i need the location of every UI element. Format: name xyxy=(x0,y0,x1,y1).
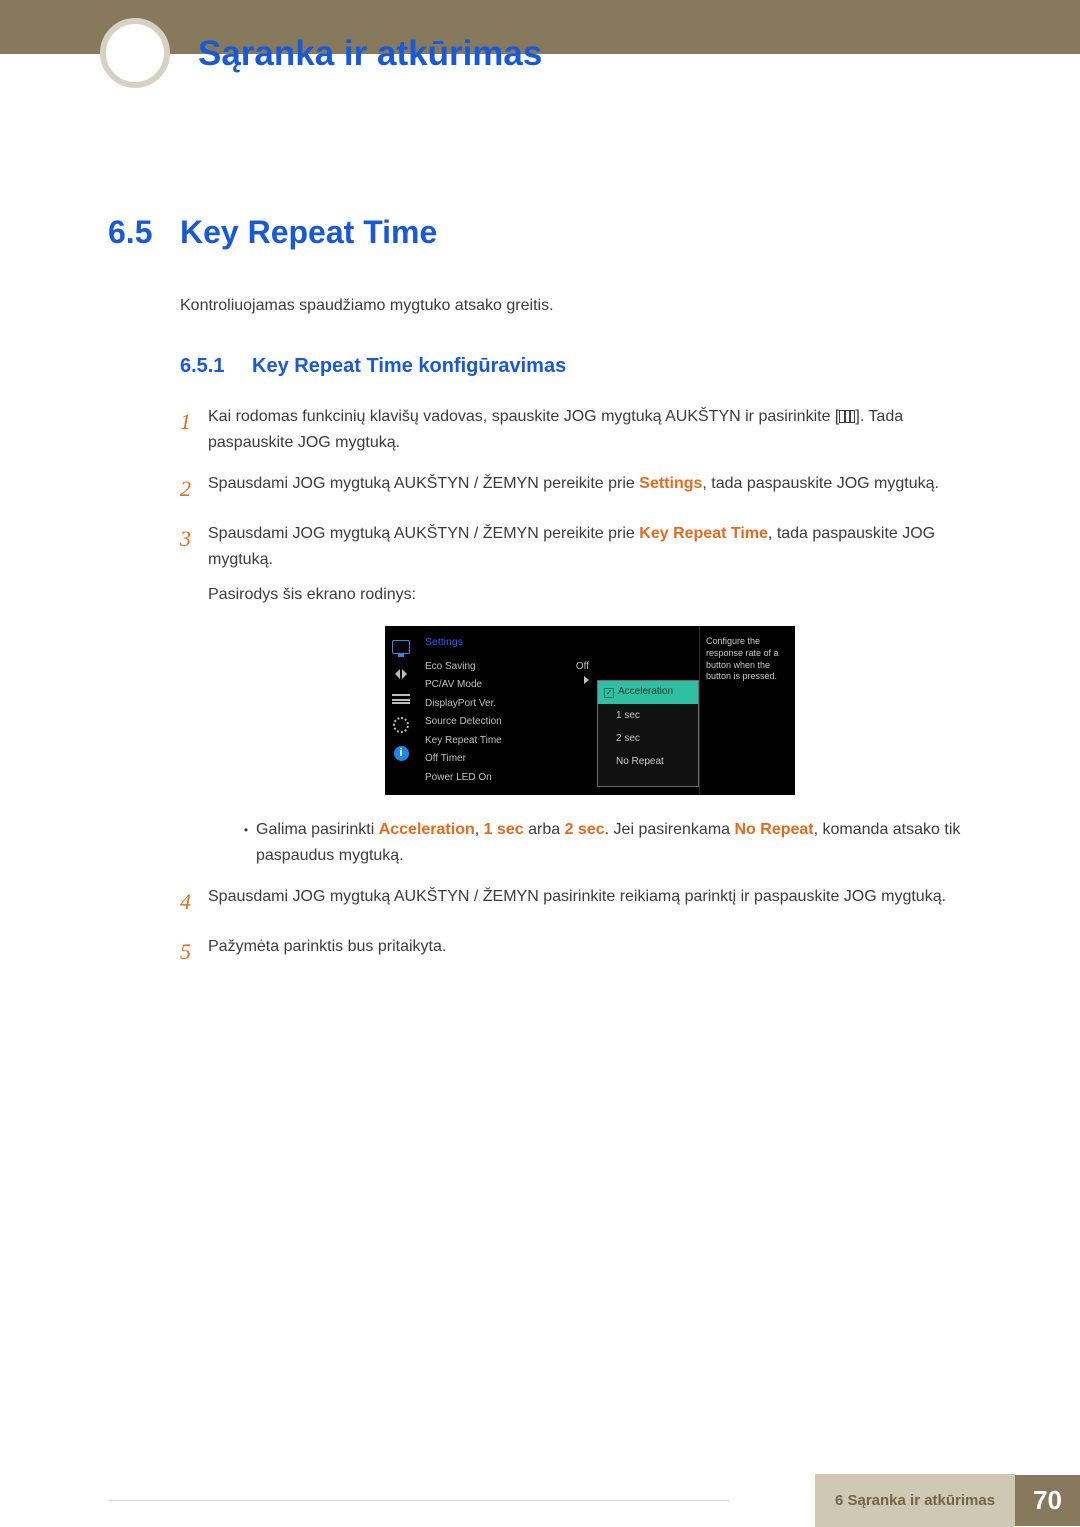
osd-screenshot: i Settings Eco SavingOff PC/AV Mode Disp… xyxy=(385,626,795,795)
subsection-title: Key Repeat Time konfigūravimas xyxy=(252,355,566,378)
step-body: Kai rodomas funkcinių klavišų vadovas, s… xyxy=(208,404,972,457)
step-number: 4 xyxy=(180,884,208,920)
step-number: 3 xyxy=(180,521,208,870)
step-text: Spausdami JOG mygtuką AUKŠTYN / ŽEMYN pe… xyxy=(208,525,639,542)
footer-page-number: 70 xyxy=(1015,1475,1080,1526)
arrows-icon xyxy=(392,667,410,681)
chevron-right-icon xyxy=(584,676,589,684)
bullet-item: • Galima pasirinkti Acceleration, 1 sec … xyxy=(236,817,972,870)
osd-help-text: Configure the response rate of a button … xyxy=(699,626,793,795)
info-icon: i xyxy=(394,746,409,761)
osd-popup-selected: ✓Acceleration xyxy=(598,681,698,704)
highlight: Key Repeat Time xyxy=(639,525,768,542)
osd-row: Source Detection xyxy=(425,713,597,732)
osd-popup: ✓Acceleration 1 sec 2 sec No Repeat xyxy=(597,680,699,787)
section-intro: Kontroliuojamas spaudžiamo mygtuko atsak… xyxy=(180,297,972,315)
step-body: Spausdami JOG mygtuką AUKŠTYN / ŽEMYN pe… xyxy=(208,521,972,870)
osd-nav-icons: i xyxy=(385,626,417,795)
step-body: Spausdami JOG mygtuką AUKŠTYN / ŽEMYN pa… xyxy=(208,884,972,920)
step-note: Pasirodys šis ekrano rodinys: xyxy=(208,582,972,608)
step-1: 1 Kai rodomas funkcinių klavišų vadovas,… xyxy=(180,404,972,457)
step-text: Kai rodomas funkcinių klavišų vadovas, s… xyxy=(208,408,839,425)
step-text: Spausdami JOG mygtuką AUKŠTYN / ŽEMYN pe… xyxy=(208,475,639,492)
check-icon: ✓ xyxy=(604,688,614,698)
chapter-title: Sąranka ir atkūrimas xyxy=(198,34,542,74)
osd-row: Eco SavingOff xyxy=(425,658,597,677)
footer-chapter-label: 6 Sąranka ir atkūrimas xyxy=(815,1474,1015,1527)
step-3: 3 Spausdami JOG mygtuką AUKŠTYN / ŽEMYN … xyxy=(180,521,972,870)
osd-row: Key Repeat Time xyxy=(425,732,597,751)
bullet-text: Galima pasirinkti Acceleration, 1 sec ar… xyxy=(256,817,972,870)
osd-popup-option: 1 sec xyxy=(598,704,698,727)
step-4: 4 Spausdami JOG mygtuką AUKŠTYN / ŽEMYN … xyxy=(180,884,972,920)
step-number: 5 xyxy=(180,934,208,970)
step-body: Spausdami JOG mygtuką AUKŠTYN / ŽEMYN pe… xyxy=(208,471,972,507)
gear-icon xyxy=(393,717,409,733)
highlight: Settings xyxy=(639,475,702,492)
osd-panel: i Settings Eco SavingOff PC/AV Mode Disp… xyxy=(385,626,795,795)
steps-list: 1 Kai rodomas funkcinių klavišų vadovas,… xyxy=(180,404,972,970)
subsection-number: 6.5.1 xyxy=(180,355,252,378)
step-number: 1 xyxy=(180,404,208,457)
osd-menu: Settings Eco SavingOff PC/AV Mode Displa… xyxy=(417,626,597,795)
osd-row: Power LED On xyxy=(425,769,597,788)
menu-icon xyxy=(839,410,855,423)
osd-row: DisplayPort Ver. xyxy=(425,695,597,714)
chapter-number-circle xyxy=(100,18,170,88)
step-body: Pažymėta parinktis bus pritaikyta. xyxy=(208,934,972,970)
osd-row: Off Timer xyxy=(425,750,597,769)
list-icon xyxy=(392,694,410,704)
osd-title: Settings xyxy=(425,634,597,651)
section-title: Key Repeat Time xyxy=(180,214,437,251)
section-heading: 6.5 Key Repeat Time xyxy=(108,214,972,251)
footer-divider xyxy=(108,1500,730,1501)
step-number: 2 xyxy=(180,471,208,507)
section-number: 6.5 xyxy=(108,214,180,251)
osd-popup-option: No Repeat xyxy=(598,750,698,773)
bullet-dot-icon: • xyxy=(236,817,256,870)
step-5: 5 Pažymėta parinktis bus pritaikyta. xyxy=(180,934,972,970)
subsection-heading: 6.5.1 Key Repeat Time konfigūravimas xyxy=(180,355,972,378)
osd-row: PC/AV Mode xyxy=(425,676,597,695)
page-footer: 6 Sąranka ir atkūrimas 70 xyxy=(815,1474,1080,1527)
monitor-icon xyxy=(392,640,410,654)
step-2: 2 Spausdami JOG mygtuką AUKŠTYN / ŽEMYN … xyxy=(180,471,972,507)
step-text: , tada paspauskite JOG mygtuką. xyxy=(702,475,939,492)
osd-popup-option: 2 sec xyxy=(598,727,698,750)
page-content: 6.5 Key Repeat Time Kontroliuojamas spau… xyxy=(0,54,1080,970)
